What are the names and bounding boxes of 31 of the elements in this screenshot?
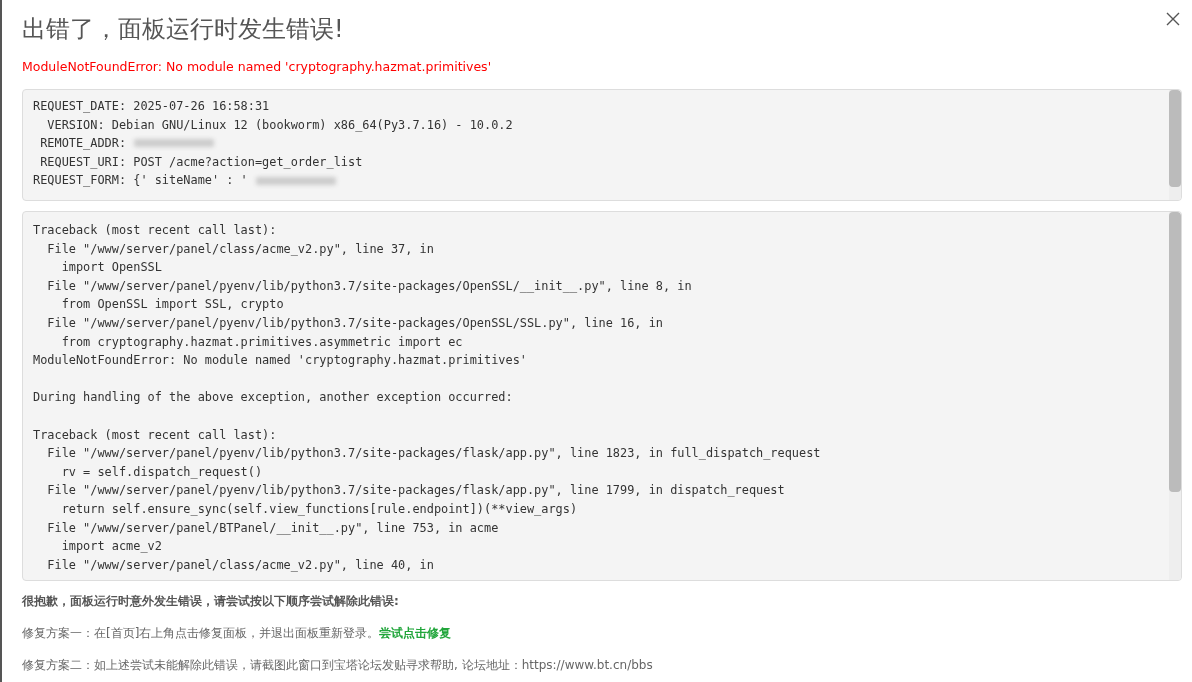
request-info-line: VERSION: Debian GNU/Linux 12 (bookworm) x86_64(Py3.7.16) - 10.0.2 (46, 116, 514, 134)
traceback-line: rv = self.dispatch_request() (60, 463, 264, 481)
traceback-line: File "/www/server/panel/pyenv/lib/python3.7/site-packages/flask/app.py", line 1823, in full_dispatch_request (46, 445, 822, 463)
traceback-line: Traceback (most recent call last): (33, 222, 278, 239)
traceback-line: During handling of the above exception, another exception occurred: (33, 389, 514, 407)
traceback-line: File "/www/server/panel/class/acme_v2.py", line 40, in (46, 556, 435, 574)
scrollbar[interactable] (1169, 90, 1181, 200)
request-info-line: REQUEST_DATE: 2025-07-26 16:58:31 (33, 98, 271, 115)
scrollbar[interactable] (1169, 212, 1181, 580)
traceback-line: File "/www/server/panel/pyenv/lib/python3.7/site-packages/flask/app.py", line 1799, in dispatch_request (46, 482, 786, 500)
request-info-line: REQUEST_URI: POST /acme?action=get_order_list (39, 153, 364, 171)
traceback-line: import OpenSSL (60, 259, 163, 277)
repair-link[interactable]: 尝试点击修复 (379, 626, 452, 640)
error-message: ModuleNotFoundError: No module named 'cryptography.hazmat.primitives' (22, 58, 493, 76)
traceback-line: ModuleNotFoundError: No module named 'cryptography.hazmat.primitives' (33, 352, 528, 370)
traceback-line: import acme_v2 (60, 538, 163, 556)
request-info-line: REMOTE_ADDR: (33, 134, 1159, 153)
traceback-line: from cryptography.hazmat.primitives.asymmetric import ec (60, 333, 464, 351)
traceback-line: return self.ensure_sync(self.view_functions[rule.endpoint])(**view_args) (60, 500, 579, 518)
traceback-line: File "/www/server/panel/BTPanel/__init__.py", line 753, in acme (46, 519, 500, 537)
request-info-line: REQUEST_FORM: {' siteName' : ' (33, 171, 1159, 190)
traceback-line: from OpenSSL import SSL, crypto (60, 296, 285, 314)
traceback-line: File "/www/server/panel/pyenv/lib/python3.7/site-packages/OpenSSL/__init__.py", line 8, in (46, 277, 693, 295)
help-heading: 很抱歉，面板运行时意外发生错误，请尝试按以下顺序尝试解除此错误: (22, 593, 400, 610)
dialog-title: 出错了，面板运行时发生错误! (22, 14, 344, 45)
traceback-line: File "/www/server/panel/class/acme_v2.py", line 37, in (46, 240, 435, 258)
fix-suggestion: 修复方案二：如上述尝试未能解除此错误，请截图此窗口到宝塔论坛发贴寻求帮助, 论坛地址：https://www.bt.cn/bbs (22, 657, 654, 674)
close-icon (1165, 11, 1181, 27)
fix-suggestion: 修复方案一：在[首页]右上角点击修复面板，并退出面板重新登录。尝试点击修复 (22, 625, 453, 642)
traceback-line: File "/www/server/panel/pyenv/lib/python3.7/site-packages/OpenSSL/SSL.py", line 16, in (46, 314, 664, 332)
traceback-line: Traceback (most recent call last): (33, 426, 278, 444)
